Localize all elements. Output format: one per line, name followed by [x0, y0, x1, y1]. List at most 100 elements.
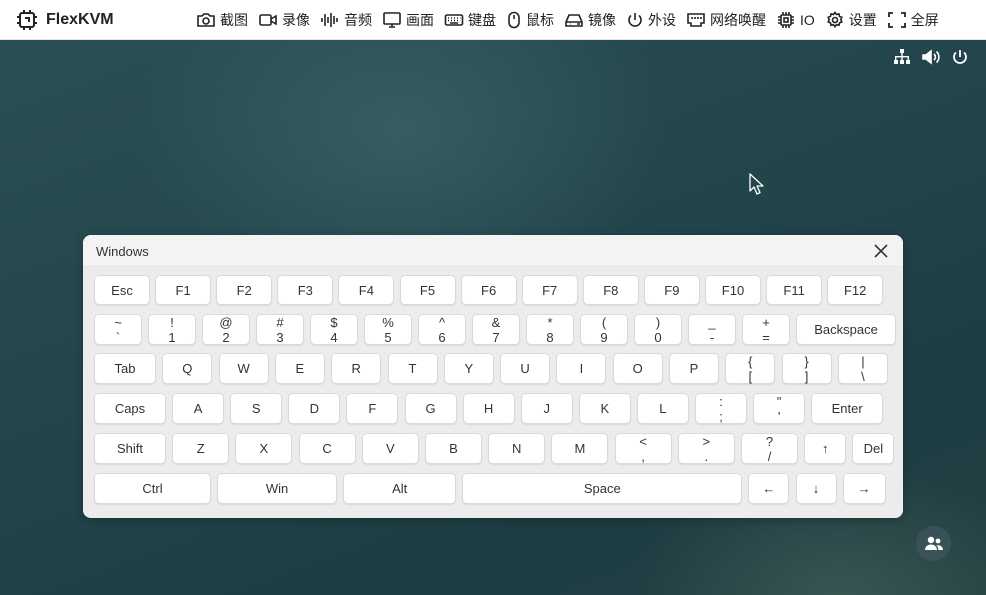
- ethernet-port-icon: [687, 13, 705, 27]
- menu-audio[interactable]: 音频: [320, 8, 372, 32]
- key-ctrl[interactable]: Ctrl: [94, 473, 211, 504]
- key-r4k9[interactable]: >.: [677, 433, 735, 464]
- key-r1k12[interactable]: + =: [742, 314, 790, 345]
- key-b[interactable]: B: [425, 433, 482, 464]
- key-m[interactable]: M: [551, 433, 609, 464]
- key-space[interactable]: Space: [462, 473, 743, 504]
- key-r4k11[interactable]: ↑: [804, 433, 847, 464]
- key-3[interactable]: #3: [256, 314, 304, 345]
- key-f11[interactable]: F11: [766, 275, 823, 305]
- menu-keyboard[interactable]: 键盘: [444, 8, 496, 32]
- key-f[interactable]: F: [346, 393, 399, 424]
- drive-icon: [565, 14, 583, 27]
- key-r3k10[interactable]: :;: [695, 393, 747, 424]
- key-y[interactable]: Y: [443, 353, 494, 384]
- key-r2k12[interactable]: }]: [781, 353, 832, 384]
- menu-io[interactable]: IO: [776, 8, 815, 32]
- key-t[interactable]: T: [387, 353, 438, 384]
- key-r4k8[interactable]: <,: [614, 433, 672, 464]
- key-f1[interactable]: F1: [155, 275, 212, 305]
- key-f10[interactable]: F10: [705, 275, 761, 305]
- key-u[interactable]: U: [500, 353, 551, 384]
- key-shift[interactable]: Shift: [94, 433, 166, 464]
- menu-fullscreen[interactable]: 全屏: [887, 8, 939, 32]
- key-0[interactable]: ) 0: [634, 314, 682, 345]
- key-caps[interactable]: Caps: [94, 393, 166, 424]
- key-n[interactable]: N: [488, 433, 546, 464]
- key-i[interactable]: I: [556, 353, 607, 384]
- key-f4[interactable]: F4: [338, 275, 395, 305]
- key-alt[interactable]: Alt: [343, 473, 457, 504]
- key-f6[interactable]: F6: [460, 275, 517, 305]
- key-r1k11[interactable]: _ -: [688, 314, 736, 345]
- users-button[interactable]: [916, 526, 951, 561]
- key-backspace[interactable]: Backspace: [796, 314, 896, 345]
- menu-screenshot[interactable]: 截图: [196, 8, 248, 32]
- key-r2k13[interactable]: | \: [837, 353, 888, 384]
- key-shift-label: :: [719, 393, 723, 409]
- key-label: Y: [464, 361, 474, 376]
- key-5[interactable]: % 5: [364, 314, 412, 345]
- menu-settings[interactable]: 设置: [825, 8, 877, 32]
- key-del[interactable]: Del: [852, 433, 895, 464]
- menu-peripheral[interactable]: 外设: [626, 8, 676, 32]
- menu-mouse[interactable]: 鼠标: [506, 8, 554, 32]
- key-1[interactable]: ! 1: [148, 314, 196, 345]
- key-c[interactable]: C: [298, 433, 356, 464]
- key-r[interactable]: R: [331, 353, 382, 384]
- key-f12[interactable]: F12: [827, 275, 884, 305]
- key-r4k10[interactable]: ? /: [741, 433, 798, 464]
- keyboard-keys: Esc F1 F2 F3 F4 F5 F6 F7 F8 F9 F10 F11 F12 ~ `! 1 @2 #3 $4…: [83, 267, 903, 518]
- key-k[interactable]: K: [578, 393, 631, 424]
- close-icon[interactable]: [873, 243, 889, 259]
- key-base-label: ,: [641, 448, 645, 464]
- key-v[interactable]: V: [361, 433, 419, 464]
- key-label: T: [408, 361, 417, 376]
- menu-display[interactable]: 画面: [382, 8, 434, 32]
- key-g[interactable]: G: [404, 393, 457, 424]
- key-7[interactable]: & 7: [472, 314, 520, 345]
- key-w[interactable]: W: [218, 353, 269, 384]
- key-f3[interactable]: F3: [277, 275, 334, 305]
- status-icons: [883, 48, 970, 66]
- key-6[interactable]: ^ 6: [418, 314, 466, 345]
- key-f7[interactable]: F7: [521, 275, 578, 305]
- key-9[interactable]: (9: [580, 314, 628, 345]
- key-r2k11[interactable]: {[: [725, 353, 776, 384]
- key-x[interactable]: X: [235, 433, 293, 464]
- key-r1k0[interactable]: ~ `: [94, 314, 142, 345]
- key-q[interactable]: Q: [162, 353, 213, 384]
- menu-wake-on-lan[interactable]: 网络唤醒: [686, 8, 766, 32]
- network-status[interactable]: [892, 48, 912, 66]
- key-r5k5[interactable]: ↓: [795, 473, 837, 504]
- key-s[interactable]: S: [230, 393, 283, 424]
- key-f2[interactable]: F2: [216, 275, 273, 305]
- key-a[interactable]: A: [172, 393, 225, 424]
- key-esc[interactable]: Esc: [94, 275, 150, 305]
- key-f8[interactable]: F8: [582, 275, 639, 305]
- power-status[interactable]: [950, 48, 970, 66]
- key-win[interactable]: Win: [217, 473, 338, 504]
- key-enter[interactable]: Enter: [811, 393, 884, 424]
- key-p[interactable]: P: [669, 353, 719, 384]
- menu-record[interactable]: 录像: [258, 8, 310, 32]
- key-8[interactable]: * 8: [526, 314, 574, 345]
- volume-status[interactable]: [921, 48, 941, 66]
- key-z[interactable]: Z: [172, 433, 230, 464]
- key-r5k6[interactable]: →: [842, 473, 886, 504]
- key-4[interactable]: $4: [310, 314, 358, 345]
- key-h[interactable]: H: [462, 393, 515, 424]
- key-d[interactable]: D: [288, 393, 341, 424]
- key-l[interactable]: L: [636, 393, 689, 424]
- key-f9[interactable]: F9: [643, 275, 700, 305]
- key-r5k4[interactable]: ←: [748, 473, 790, 504]
- key-f5[interactable]: F5: [399, 275, 456, 305]
- key-o[interactable]: O: [612, 353, 663, 384]
- key-j[interactable]: J: [520, 393, 573, 424]
- key-r3k11[interactable]: " ': [753, 393, 806, 424]
- keyboard-panel-header[interactable]: Windows: [83, 235, 903, 267]
- key-e[interactable]: E: [274, 353, 325, 384]
- menu-image[interactable]: 镜像: [564, 8, 616, 32]
- key-2[interactable]: @2: [202, 314, 250, 345]
- key-tab[interactable]: Tab: [94, 353, 156, 384]
